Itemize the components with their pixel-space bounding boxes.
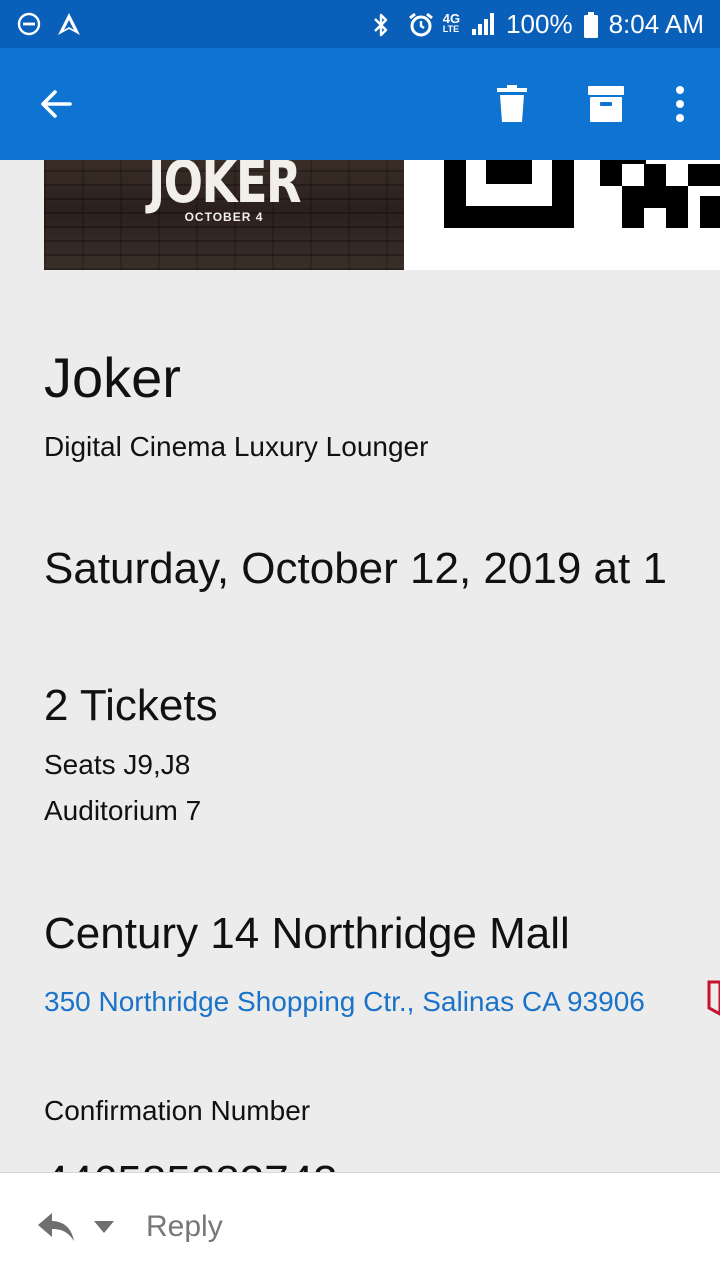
theater-address-link[interactable]: 350 Northridge Shopping Ctr., Salinas CA… [44, 985, 645, 1019]
confirmation-label: Confirmation Number [44, 1095, 311, 1126]
poster-date: OCTOBER 4 [184, 210, 264, 224]
app-bar [0, 48, 720, 160]
network-type-icon: 4G LTE [442, 11, 461, 35]
network-type-sub: LTE [442, 24, 460, 34]
showtime: Saturday, October 12, 2019 at 1 [44, 544, 667, 593]
more-options-button[interactable] [660, 72, 700, 136]
seat-numbers: Seats J9,J8 [44, 749, 191, 780]
bluetooth-icon [371, 11, 397, 37]
back-button[interactable] [28, 76, 84, 132]
poster-title: JOKER [147, 160, 302, 216]
navigation-app-icon [56, 11, 82, 37]
battery-percent: 100% [506, 9, 573, 39]
confirmation-number: 446585883743 [44, 1156, 338, 1172]
battery-icon [583, 11, 599, 38]
do-not-disturb-icon [16, 11, 42, 37]
movie-title: Joker [44, 346, 181, 409]
map-pin-icon[interactable] [706, 980, 720, 1016]
theater-name: Century 14 Northridge Mall [44, 909, 570, 958]
status-time: 8:04 AM [608, 9, 704, 39]
screening-format: Digital Cinema Luxury Lounger [44, 431, 429, 462]
archive-button[interactable] [574, 72, 638, 136]
alarm-icon [407, 11, 433, 37]
status-bar: 4G LTE 100% 8:04 AM [0, 0, 720, 48]
reply-label[interactable]: Reply [146, 1210, 223, 1244]
reply-button[interactable] [36, 1207, 76, 1247]
movie-poster-image: JOKER OCTOBER 4 [44, 160, 404, 270]
signal-strength-icon [470, 11, 496, 37]
reply-bar: Reply [0, 1172, 720, 1280]
reply-arrow-icon [38, 1212, 74, 1241]
network-type-label: 4G [442, 11, 461, 26]
chevron-down-icon [94, 1220, 114, 1233]
archive-icon [588, 86, 624, 122]
ticket-count: 2 Tickets [44, 681, 218, 730]
email-body: JOKER OCTOBER 4 Joker Digital Cinema Lux… [0, 160, 720, 1172]
more-vertical-icon [676, 86, 684, 122]
qr-code-icon [444, 160, 720, 228]
trash-icon [497, 85, 527, 122]
back-arrow-icon [41, 90, 72, 118]
auditorium: Auditorium 7 [44, 795, 202, 826]
reply-options-button[interactable] [90, 1213, 118, 1241]
qr-code-image [404, 160, 720, 270]
delete-button[interactable] [480, 72, 544, 136]
